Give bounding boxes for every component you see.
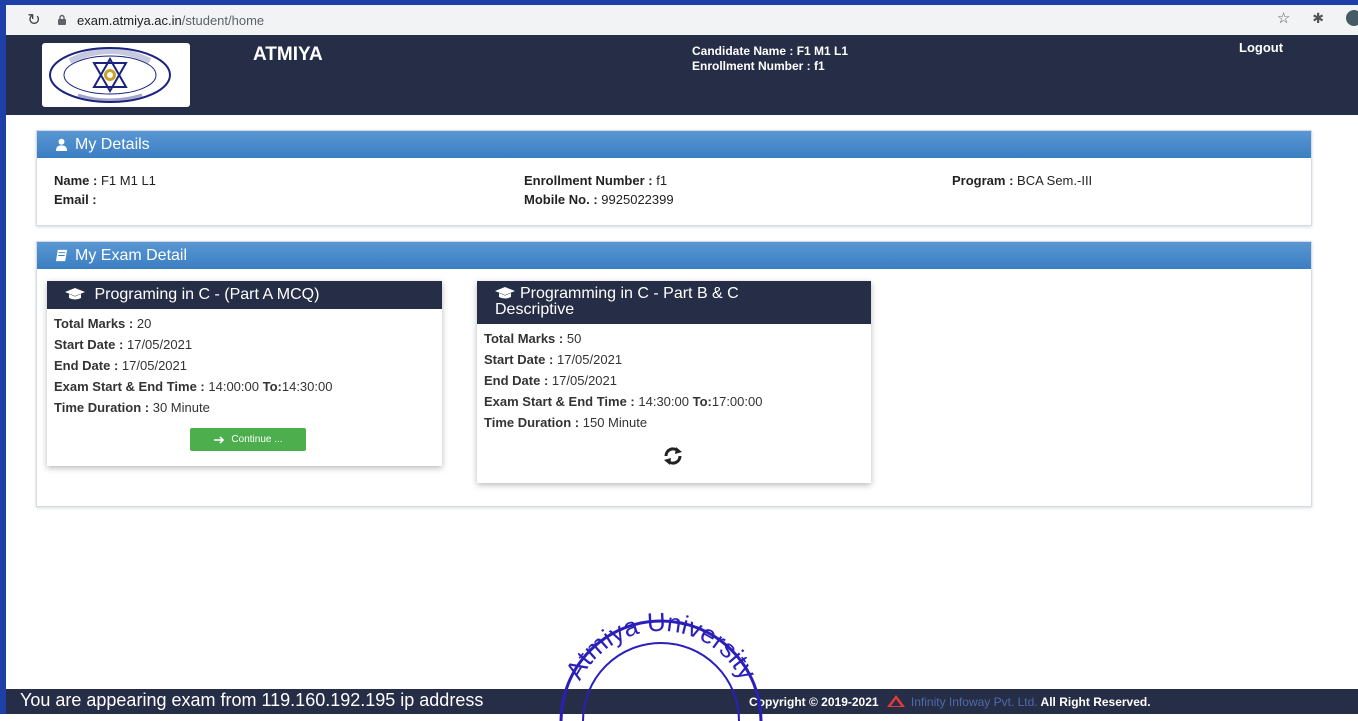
- duration-row: Time Duration : 150 Minute: [484, 412, 864, 433]
- exam-title: Programing in C - (Part A MCQ): [94, 286, 320, 303]
- star-icon[interactable]: ☆: [1277, 9, 1290, 27]
- duration-row: Time Duration : 30 Minute: [54, 397, 435, 418]
- url-host: exam.atmiya.ac.in: [77, 12, 182, 28]
- duration-label: Time Duration :: [54, 400, 150, 415]
- svg-text:Atmiya University: Atmiya University: [559, 611, 763, 685]
- address-bar[interactable]: exam.atmiya.ac.in/student/home: [56, 9, 1231, 31]
- candidate-info: Candidate Name : F1 M1 L1 Enrollment Num…: [692, 44, 848, 74]
- duration-label: Time Duration :: [484, 415, 580, 430]
- detail-program: Program : BCA Sem.-III: [952, 173, 1092, 188]
- refresh-icon: [664, 447, 682, 465]
- total-marks-value: 20: [136, 316, 152, 331]
- browser-toolbar: ↻ exam.atmiya.ac.in/student/home ☆ ✱: [6, 5, 1358, 35]
- exam-card-body: Total Marks : 50 Start Date : 17/05/2021…: [477, 324, 871, 437]
- continue-button[interactable]: Continue ...: [190, 428, 306, 451]
- graduation-cap-icon: [495, 287, 515, 299]
- my-details-title: My Details: [75, 135, 150, 153]
- mobile-label: Mobile No. :: [524, 192, 598, 207]
- detail-enrollment: Enrollment Number : f1: [524, 173, 667, 188]
- puzzle-icon[interactable]: ✱: [1312, 10, 1324, 27]
- end-date-label: End Date :: [54, 358, 119, 373]
- candidate-name: Candidate Name : F1 M1 L1: [692, 44, 849, 58]
- exam-card-body: Total Marks : 20 Start Date : 17/05/2021…: [47, 309, 442, 422]
- enrollment-value: f1: [656, 173, 668, 188]
- exam-time-label: Exam Start & End Time :: [54, 379, 205, 394]
- exam-title-line1: Programming in C - Part B & C: [495, 286, 853, 302]
- start-date-label: Start Date :: [484, 352, 554, 367]
- duration-value: 150 Minute: [582, 415, 648, 430]
- detail-email: Email :: [54, 192, 97, 207]
- my-exam-detail-header: My Exam Detail: [37, 242, 1311, 269]
- exam-time-row: Exam Start & End Time : 14:30:00 To:17:0…: [484, 391, 864, 412]
- end-date-value: 17/05/2021: [121, 358, 187, 373]
- exam-card-header: Programming in C - Part B & C Descriptiv…: [477, 281, 871, 324]
- start-date-label: Start Date :: [54, 337, 124, 352]
- my-details-panel: My Details Name : F1 M1 L1 Email : Enrol…: [36, 130, 1312, 226]
- company-link[interactable]: Infinity Infoway Pvt. Ltd.: [911, 695, 1038, 709]
- end-date-label: End Date :: [484, 373, 549, 388]
- company-logo-icon: [886, 695, 905, 707]
- exam-title: Programming in C - Part B & C: [520, 285, 739, 302]
- detail-name: Name : F1 M1 L1: [54, 173, 156, 188]
- exam-time-label: Exam Start & End Time :: [484, 394, 635, 409]
- start-date-row: Start Date : 17/05/2021: [54, 334, 435, 355]
- program-label: Program :: [952, 173, 1014, 188]
- app-title: ATMIYA: [253, 44, 323, 65]
- start-date-value: 17/05/2021: [556, 352, 623, 367]
- to-label: To:: [262, 379, 282, 394]
- end-time-value: 14:30:00: [281, 379, 333, 394]
- total-marks-label: Total Marks :: [54, 316, 134, 331]
- lock-icon: [58, 14, 66, 25]
- mobile-value: 9925022399: [601, 192, 674, 207]
- duration-value: 30 Minute: [152, 400, 210, 415]
- exam-title-line2: Descriptive: [495, 301, 575, 318]
- candidate-enrollment: Enrollment Number : f1: [692, 59, 825, 73]
- copyright-text: Copyright © 2019-2021 Infinity Infoway P…: [749, 695, 1151, 709]
- end-time-value: 17:00:00: [711, 394, 763, 409]
- total-marks-row: Total Marks : 20: [54, 313, 435, 334]
- my-details-body: Name : F1 M1 L1 Email : Enrollment Numbe…: [37, 158, 1311, 222]
- continue-label: Continue ...: [231, 434, 283, 445]
- enrollment-label: Enrollment Number :: [524, 173, 653, 188]
- stamp-text: Atmiya University: [559, 611, 763, 685]
- rights-label: All Right Reserved.: [1040, 695, 1151, 709]
- my-details-header: My Details: [37, 131, 1311, 158]
- total-marks-label: Total Marks :: [484, 331, 564, 346]
- program-value: BCA Sem.-III: [1017, 173, 1093, 188]
- logo-seal-icon: [49, 47, 171, 103]
- reload-icon[interactable]: ↻: [22, 8, 46, 32]
- name-value: F1 M1 L1: [100, 173, 156, 188]
- ip-notice: You are appearing exam from 119.160.192.…: [20, 690, 484, 710]
- logout-link[interactable]: Logout: [1239, 40, 1283, 55]
- detail-mobile: Mobile No. : 9925022399: [524, 192, 674, 207]
- start-time-value: 14:30:00: [638, 394, 689, 409]
- university-stamp: Atmiya University: [559, 611, 763, 721]
- end-date-row: End Date : 17/05/2021: [54, 355, 435, 376]
- signin-arrow-icon: [214, 435, 225, 444]
- total-marks-row: Total Marks : 50: [484, 328, 864, 349]
- user-icon: [55, 138, 68, 151]
- profile-avatar[interactable]: [1346, 10, 1358, 26]
- total-marks-value: 50: [566, 331, 582, 346]
- start-date-row: Start Date : 17/05/2021: [484, 349, 864, 370]
- email-label: Email :: [54, 192, 97, 207]
- my-exam-detail-title: My Exam Detail: [75, 246, 188, 264]
- exam-time-row: Exam Start & End Time : 14:00:00 To:14:3…: [54, 376, 435, 397]
- graduation-cap-icon: [65, 288, 85, 300]
- start-date-value: 17/05/2021: [126, 337, 193, 352]
- url-path: /student/home: [181, 12, 265, 28]
- site-header: ATMIYA Candidate Name : F1 M1 L1 Enrollm…: [6, 35, 1358, 115]
- book-icon: [55, 249, 68, 262]
- to-label: To:: [692, 394, 712, 409]
- start-time-value: 14:00:00: [208, 379, 259, 394]
- name-label: Name :: [54, 173, 98, 188]
- exam-card-header: Programing in C - (Part A MCQ): [47, 281, 442, 309]
- university-logo: [42, 43, 190, 107]
- exam-card: Programming in C - Part B & C Descriptiv…: [477, 281, 871, 483]
- exam-card: Programing in C - (Part A MCQ) Total Mar…: [47, 281, 442, 466]
- end-date-row: End Date : 17/05/2021: [484, 370, 864, 391]
- end-date-value: 17/05/2021: [551, 373, 617, 388]
